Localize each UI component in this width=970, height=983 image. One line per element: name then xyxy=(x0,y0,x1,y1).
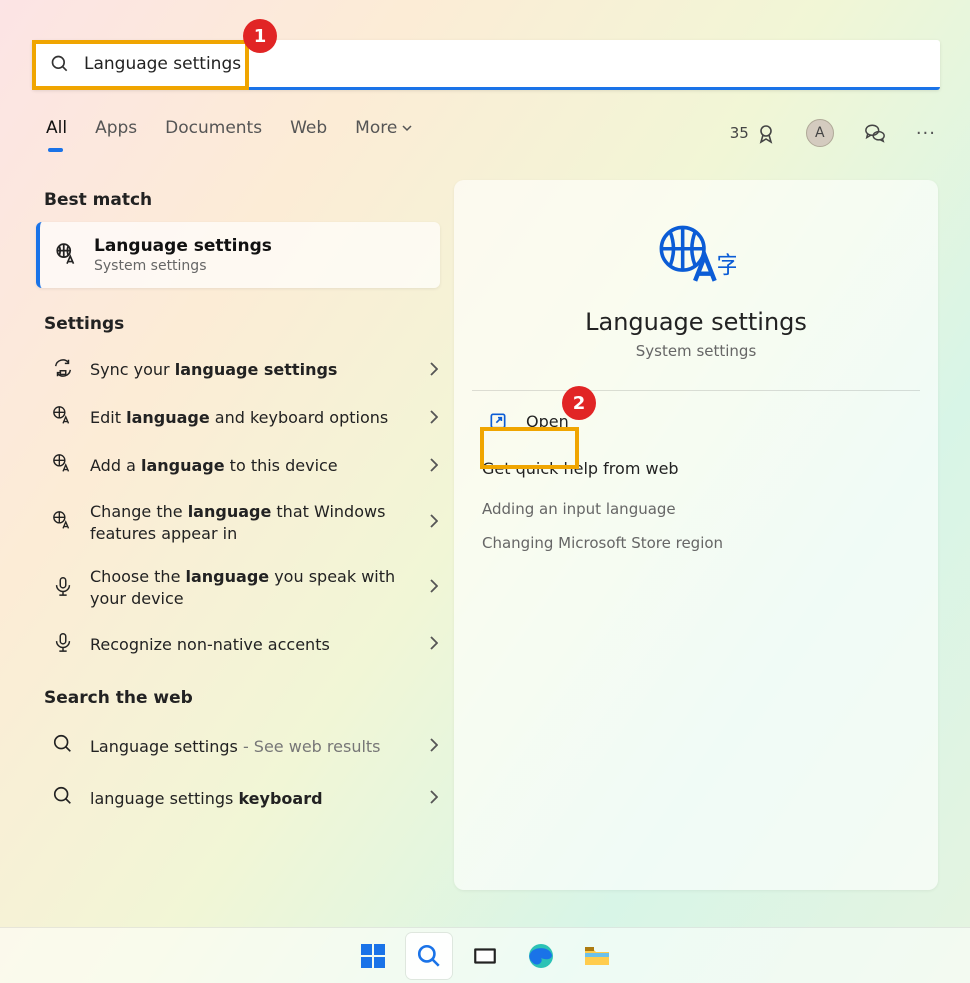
settings-result-edit[interactable]: Edit language and keyboard options xyxy=(44,394,442,442)
best-match-subtitle: System settings xyxy=(94,258,272,274)
language-icon xyxy=(52,405,74,431)
best-match-title: Language settings xyxy=(94,236,272,256)
detail-divider xyxy=(472,390,920,391)
tab-web[interactable]: Web xyxy=(290,118,327,148)
search-icon xyxy=(52,733,74,759)
chevron-right-icon xyxy=(430,789,438,808)
search-icon xyxy=(52,785,74,811)
tab-documents[interactable]: Documents xyxy=(165,118,262,148)
chevron-right-icon xyxy=(430,635,438,654)
svg-text:字: 字 xyxy=(716,253,736,279)
chevron-right-icon xyxy=(430,578,438,597)
open-button[interactable]: Open xyxy=(482,401,910,441)
chevron-right-icon xyxy=(430,361,438,380)
task-view-icon xyxy=(472,943,498,969)
web-result-2[interactable]: language settings keyboard xyxy=(44,772,442,824)
help-heading: Get quick help from web xyxy=(482,459,910,478)
more-options-button[interactable]: ··· xyxy=(916,123,936,144)
best-match-result[interactable]: Language settings System settings xyxy=(36,222,440,288)
settings-result-change-windows[interactable]: Change the language that Windows feature… xyxy=(44,490,442,555)
chevron-right-icon xyxy=(430,409,438,428)
chevron-right-icon xyxy=(430,513,438,532)
folder-icon xyxy=(583,943,611,969)
sync-icon xyxy=(52,357,74,383)
edge-icon xyxy=(527,942,555,970)
results-column: Best match Language settings System sett… xyxy=(44,190,442,824)
task-view-button[interactable] xyxy=(462,933,508,979)
web-result-1[interactable]: Language settings - See web results xyxy=(44,720,442,772)
search-web-heading: Search the web xyxy=(44,688,442,708)
language-icon xyxy=(52,453,74,479)
windows-logo-icon xyxy=(359,942,387,970)
open-external-icon xyxy=(488,411,508,431)
taskbar-search-button[interactable] xyxy=(406,933,452,979)
edge-button[interactable] xyxy=(518,933,564,979)
rewards-indicator[interactable]: 35 xyxy=(730,121,778,145)
microphone-icon xyxy=(52,631,74,657)
chevron-down-icon xyxy=(401,122,413,134)
start-button[interactable] xyxy=(350,933,396,979)
tab-all[interactable]: All xyxy=(46,118,67,148)
rewards-medal-icon xyxy=(754,121,778,145)
settings-heading: Settings xyxy=(44,314,442,334)
rewards-count: 35 xyxy=(730,124,749,142)
language-icon xyxy=(52,510,74,536)
language-settings-icon xyxy=(54,242,80,268)
best-match-heading: Best match xyxy=(44,190,442,210)
file-explorer-button[interactable] xyxy=(574,933,620,979)
taskbar xyxy=(0,927,970,983)
search-box[interactable] xyxy=(32,40,940,90)
detail-subtitle: System settings xyxy=(482,342,910,360)
search-icon xyxy=(50,54,70,74)
user-avatar[interactable]: A xyxy=(806,119,834,147)
help-link-1[interactable]: Adding an input language xyxy=(482,492,910,526)
help-link-2[interactable]: Changing Microsoft Store region xyxy=(482,526,910,560)
filter-tabs: All Apps Documents Web More 35 A ··· xyxy=(46,118,936,148)
detail-panel: 字 Language settings System settings Open… xyxy=(454,180,938,890)
detail-title: Language settings xyxy=(482,308,910,336)
tab-apps[interactable]: Apps xyxy=(95,118,137,148)
microphone-icon xyxy=(52,575,74,601)
search-icon xyxy=(416,943,442,969)
language-settings-large-icon: 字 xyxy=(482,220,910,290)
chat-icon[interactable] xyxy=(862,120,888,146)
settings-result-sync[interactable]: Sync your language settings xyxy=(44,346,442,394)
settings-result-accents[interactable]: Recognize non-native accents xyxy=(44,620,442,668)
tab-more[interactable]: More xyxy=(355,118,413,148)
chevron-right-icon xyxy=(430,457,438,476)
chevron-right-icon xyxy=(430,737,438,756)
open-label: Open xyxy=(526,412,569,431)
tab-more-label: More xyxy=(355,118,397,138)
search-input[interactable] xyxy=(84,54,940,74)
settings-result-speech[interactable]: Choose the language you speak with your … xyxy=(44,555,442,620)
settings-result-add[interactable]: Add a language to this device xyxy=(44,442,442,490)
